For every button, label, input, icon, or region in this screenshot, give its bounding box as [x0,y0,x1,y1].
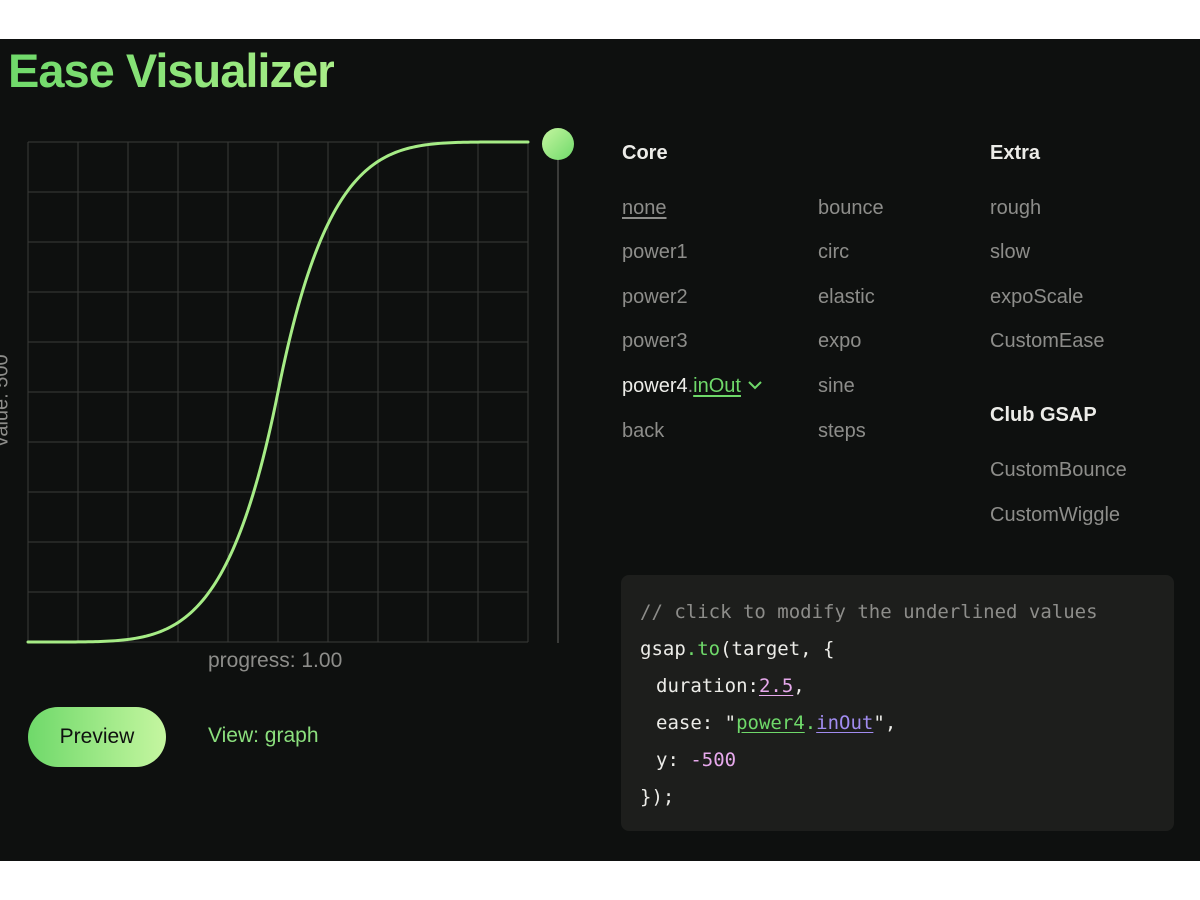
progress-handle[interactable] [542,128,574,160]
code-ease-dot: . [804,712,817,734]
code-ease-end: ", [873,712,897,734]
code-line-y: y: -500 [656,749,736,771]
ease-circ[interactable]: circ [818,241,849,264]
code-line-call: gsap.to(target, { [640,638,835,660]
code-dot: . [685,638,698,660]
ease-elastic[interactable]: elastic [818,286,875,309]
ease-variant-select[interactable]: inOut [693,375,741,397]
ease-exposcale[interactable]: expoScale [990,286,1083,309]
ease-customease[interactable]: CustomEase [990,330,1105,353]
ease-power4-label: power4 [622,375,688,397]
ease-steps[interactable]: steps [818,420,866,443]
ease-power1[interactable]: power1 [622,241,688,264]
ease-sine[interactable]: sine [818,375,855,398]
core-heading: Core [622,142,668,164]
club-gsap-heading: Club GSAP [990,404,1097,426]
code-open: (target, { [720,638,835,660]
ease-variant-value[interactable]: inOut [816,712,873,734]
ease-bounce[interactable]: bounce [818,197,884,220]
ease-customwiggle[interactable]: CustomWiggle [990,504,1120,527]
code-close: }); [640,786,675,808]
progress-label: progress: 1.00 [208,649,343,672]
code-method: to [697,638,721,660]
code-y-value: -500 [690,749,737,771]
duration-value[interactable]: 2.5 [759,675,793,697]
ease-name-value[interactable]: power4 [736,712,805,734]
ease-slow[interactable]: slow [990,241,1030,264]
ease-visualizer-panel: Ease Visualizer value: 500 progress: 1.0… [0,39,1200,861]
ease-power2[interactable]: power2 [622,286,688,309]
code-ease-key: ease: " [656,712,737,734]
extra-heading: Extra [990,142,1041,164]
ease-custombounce[interactable]: CustomBounce [990,459,1127,482]
preview-button[interactable]: Preview [28,707,166,767]
ease-rough[interactable]: rough [990,197,1041,220]
code-comma: , [793,675,805,697]
ease-expo[interactable]: expo [818,330,861,353]
ease-none[interactable]: none [622,197,667,220]
code-line-duration: duration:2.5, [656,675,805,697]
code-y-key: y: [656,749,691,771]
code-line-ease: ease: "power4.inOut", [656,712,896,734]
chevron-down-icon[interactable] [747,380,763,390]
code-gsap: gsap [640,638,686,660]
code-snippet: // click to modify the underlined values… [621,575,1174,831]
view-toggle[interactable]: View: graph [208,724,319,748]
ease-power3[interactable]: power3 [622,330,688,353]
code-duration-key: duration: [656,675,759,697]
code-comment: // click to modify the underlined values [640,601,1098,623]
ease-graph [26,128,574,644]
ease-back[interactable]: back [622,420,664,443]
ease-power4[interactable]: power4.inOut [622,375,763,398]
